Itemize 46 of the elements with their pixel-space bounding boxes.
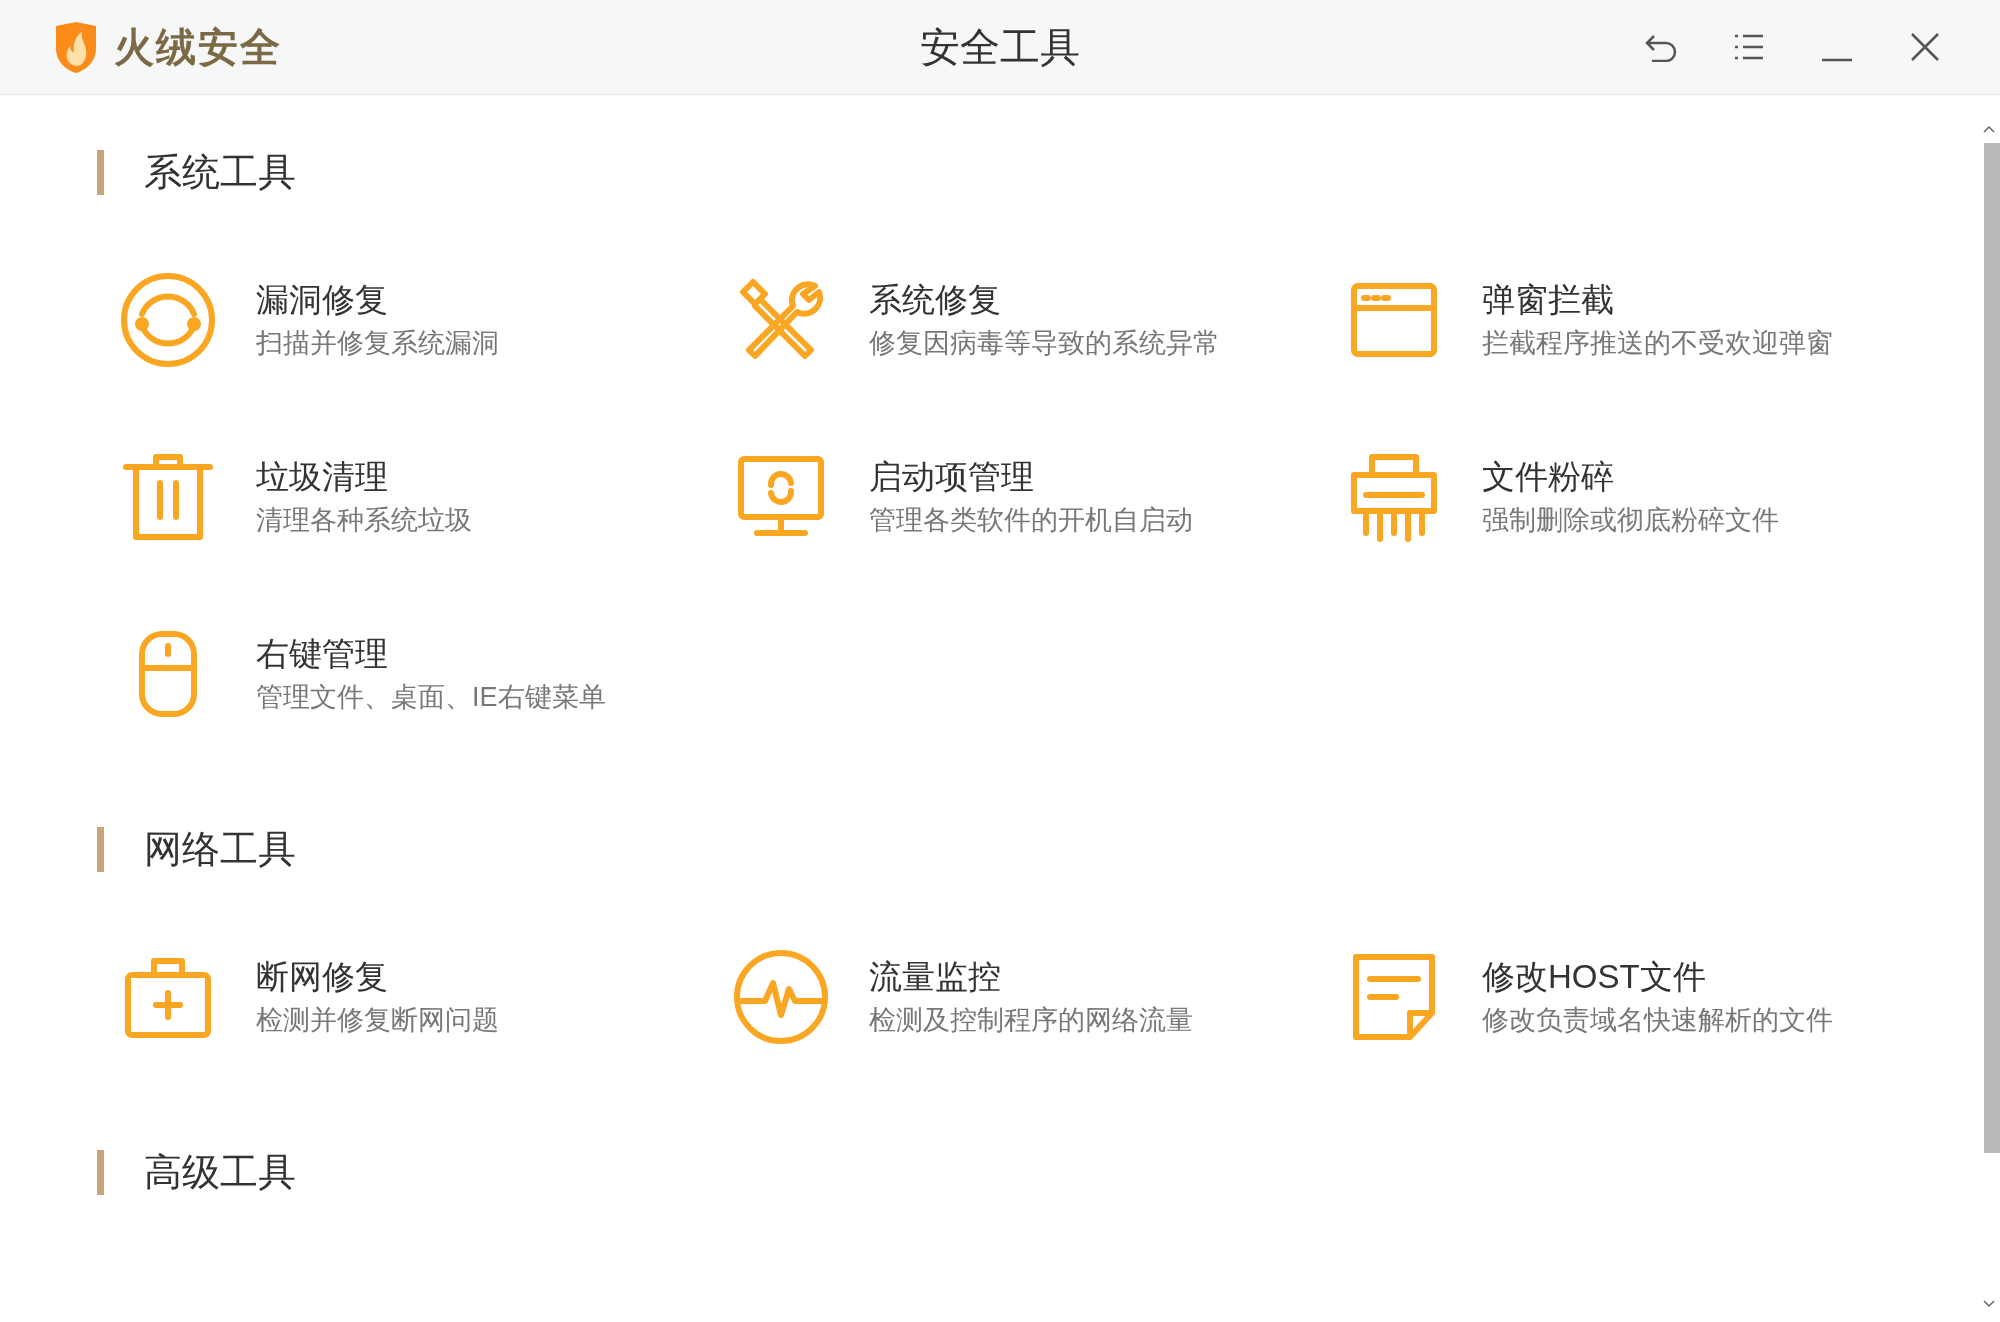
tool-item[interactable]: 流量监控 检测及控制程序的网络流量 <box>733 949 1346 1045</box>
tool-item[interactable]: 断网修复 检测并修复断网问题 <box>120 949 733 1045</box>
scroll-up-icon[interactable] <box>1983 125 1995 133</box>
back-icon[interactable] <box>1644 32 1678 62</box>
tool-item[interactable]: 弹窗拦截 拦截程序推送的不受欢迎弹窗 <box>1346 272 1959 368</box>
tool-title: 系统修复 <box>869 280 1002 320</box>
tool-item[interactable]: 文件粉碎 强制删除或彻底粉碎文件 <box>1346 449 1959 545</box>
section-heading: 系统工具 <box>144 150 296 195</box>
section-heading: 网络工具 <box>144 827 296 872</box>
tool-item[interactable]: 系统修复 修复因病毒等导致的系统异常 <box>733 272 1346 368</box>
tool-description: 管理文件、桌面、IE右键菜单 <box>256 681 606 714</box>
tool-item[interactable]: 修改HOST文件 修改负责域名快速解析的文件 <box>1346 949 1959 1045</box>
close-icon[interactable] <box>1910 32 1940 62</box>
tool-title: 弹窗拦截 <box>1482 280 1615 320</box>
scrollbar-thumb[interactable] <box>1984 143 2000 1153</box>
tool-description: 修复因病毒等导致的系统异常 <box>869 327 1220 360</box>
tool-description: 检测并修复断网问题 <box>256 1004 499 1037</box>
section-marker <box>97 150 104 195</box>
scroll-down-icon[interactable] <box>1983 1300 1995 1308</box>
tool-description: 清理各种系统垃圾 <box>256 504 472 537</box>
tool-description: 检测及控制程序的网络流量 <box>869 1004 1193 1037</box>
tool-description: 扫描并修复系统漏洞 <box>256 327 499 360</box>
lifebuoy-icon <box>120 272 216 368</box>
tool-title: 修改HOST文件 <box>1482 957 1707 997</box>
tool-item[interactable]: 右键管理 管理文件、桌面、IE右键菜单 <box>120 626 733 722</box>
tool-title: 漏洞修复 <box>256 280 389 320</box>
tool-description: 修改负责域名快速解析的文件 <box>1482 1004 1833 1037</box>
tool-item[interactable]: 垃圾清理 清理各种系统垃圾 <box>120 449 733 545</box>
tool-description: 管理各类软件的开机自启动 <box>869 504 1193 537</box>
tool-item[interactable]: 漏洞修复 扫描并修复系统漏洞 <box>120 272 733 368</box>
tool-item[interactable]: 启动项管理 管理各类软件的开机自启动 <box>733 449 1346 545</box>
tool-description: 拦截程序推送的不受欢迎弹窗 <box>1482 327 1833 360</box>
window-title: 安全工具 <box>920 24 1080 71</box>
section-marker <box>97 1150 104 1195</box>
section-marker <box>97 827 104 872</box>
tool-description: 强制删除或彻底粉碎文件 <box>1482 504 1779 537</box>
tool-title: 断网修复 <box>256 957 389 997</box>
tool-title: 启动项管理 <box>869 457 1035 497</box>
tool-title: 流量监控 <box>869 957 1002 997</box>
tool-title: 文件粉碎 <box>1482 457 1615 497</box>
tool-title: 右键管理 <box>256 634 389 674</box>
app-name: 火绒安全 <box>114 24 282 71</box>
pulse-icon <box>733 949 829 1045</box>
section-heading: 高级工具 <box>144 1150 296 1195</box>
tool-title: 垃圾清理 <box>256 457 389 497</box>
menu-icon[interactable] <box>1733 33 1765 61</box>
